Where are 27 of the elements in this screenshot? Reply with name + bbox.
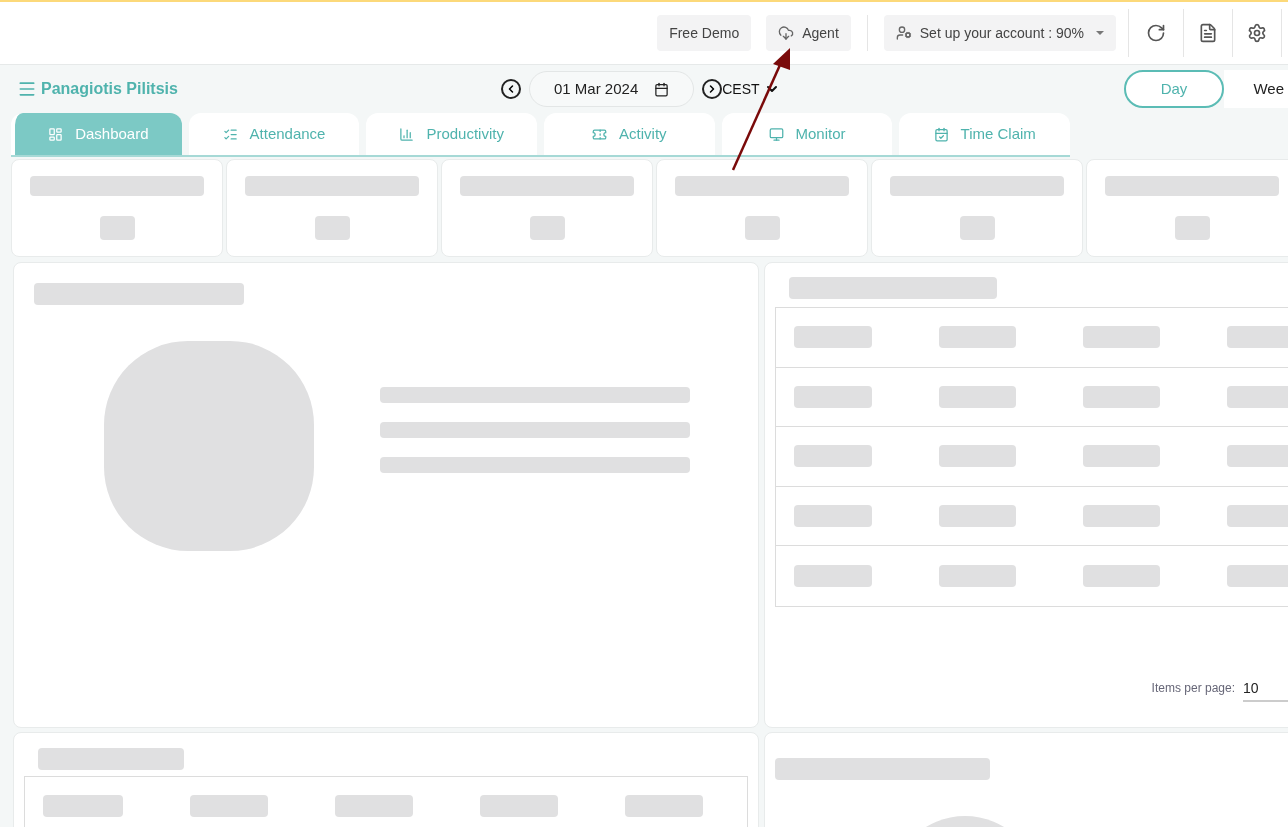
skeleton-bar bbox=[99, 216, 135, 240]
caret-icon bbox=[1096, 31, 1104, 35]
items-per-page-select[interactable]: 10 bbox=[1243, 676, 1288, 702]
user-gear-icon bbox=[895, 25, 912, 41]
range-toggle[interactable]: Wee bbox=[1224, 70, 1288, 108]
timezone-dropdown[interactable]: CEST bbox=[722, 78, 780, 100]
skeleton-bar bbox=[314, 216, 350, 240]
ticket-icon bbox=[592, 126, 608, 142]
checklist-icon bbox=[222, 126, 238, 142]
previous-day-icon[interactable] bbox=[501, 79, 521, 99]
monitor-icon bbox=[768, 126, 784, 142]
account-setup-button[interactable]: Set up your account : 90% bbox=[883, 15, 1116, 51]
skeleton-bar bbox=[1174, 216, 1210, 240]
calendar-icon bbox=[654, 81, 670, 97]
next-day-icon[interactable] bbox=[702, 79, 723, 99]
dashboard-icon bbox=[48, 126, 64, 142]
skeleton-bar bbox=[529, 216, 565, 240]
bar-chart-icon bbox=[399, 126, 415, 142]
cloud-download-icon bbox=[778, 25, 795, 41]
skeleton-bar bbox=[959, 216, 995, 240]
agent-button[interactable]: Agent bbox=[766, 15, 851, 51]
items-per-page-label: Items per page: bbox=[1151, 680, 1235, 697]
user-name: Panagiotis Pilitsis bbox=[41, 79, 178, 99]
date-field[interactable]: 01 Mar 2024 bbox=[529, 71, 695, 107]
skeleton-bar bbox=[744, 216, 780, 240]
calendar-check-icon bbox=[933, 126, 949, 142]
free-demo-button[interactable]: Free Demo bbox=[657, 15, 752, 51]
